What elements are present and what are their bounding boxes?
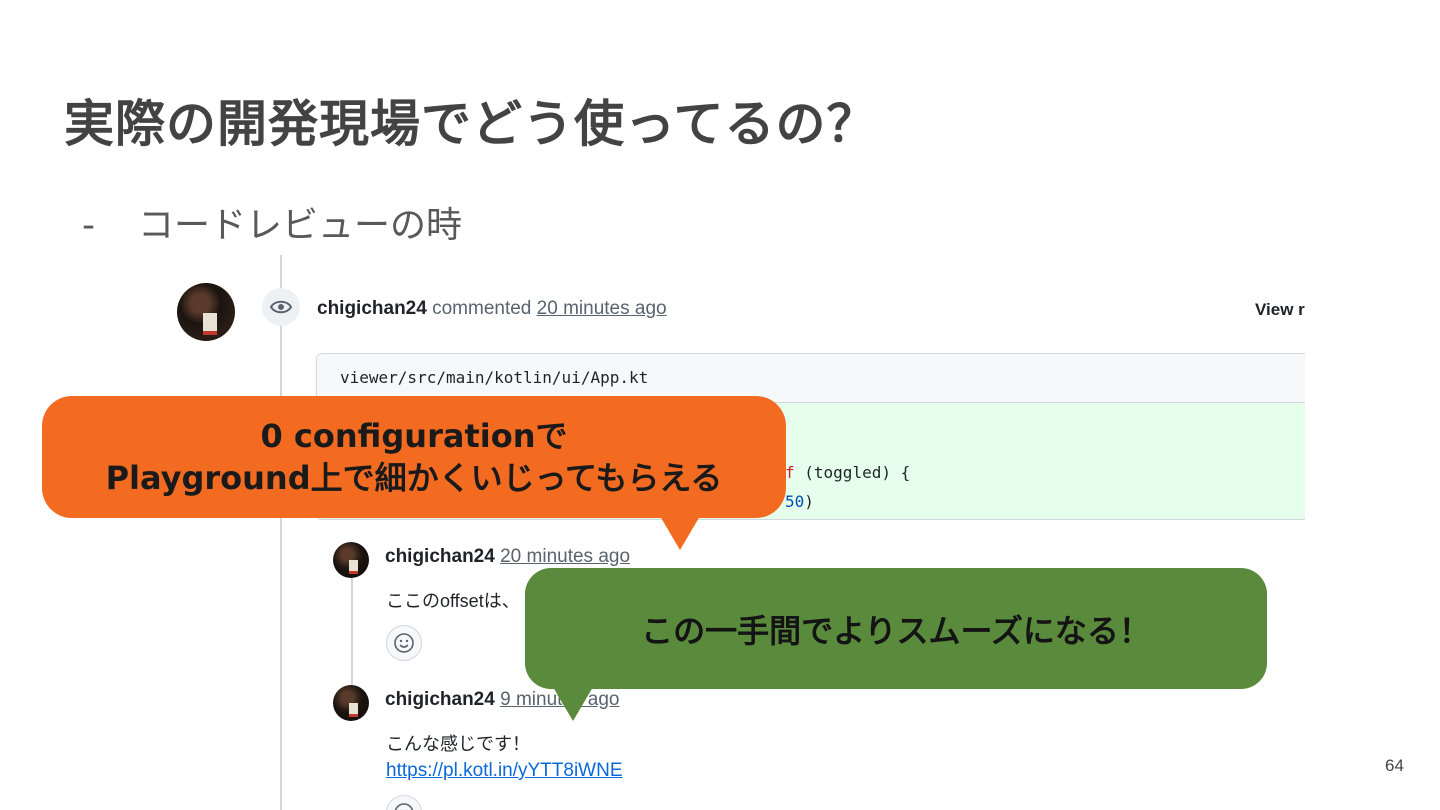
avatar[interactable] <box>333 685 369 721</box>
diff-token-number: 50 <box>785 492 805 511</box>
callout-text: この一手間でよりスムーズになる！ <box>641 611 1151 650</box>
thread-line <box>351 575 353 690</box>
orange-callout-tail <box>660 516 700 550</box>
comment-action: commented <box>432 298 532 319</box>
bullet-text: コードレビューの時 <box>138 205 463 246</box>
reply-body: ここのoffsetは、 <box>386 591 520 611</box>
bullet-marker: - <box>82 205 95 246</box>
playground-link[interactable]: https://pl.kotl.in/yYTT8iWNE <box>386 760 623 782</box>
diff-token-keyword: f <box>785 463 795 482</box>
smiley-icon[interactable] <box>386 795 422 810</box>
avatar[interactable] <box>333 542 369 578</box>
view-reviewed-link[interactable]: View r <box>1255 300 1305 320</box>
reply-body: こんな感じです！ <box>386 734 530 754</box>
callout-line: 0 configurationで <box>260 417 568 455</box>
green-callout: この一手間でよりスムーズになる！ <box>525 568 1267 689</box>
diff-token-rest: ) <box>804 492 814 511</box>
page-number: 64 <box>1385 756 1404 775</box>
diff-token-rest: (toggled) { <box>794 463 911 482</box>
reply-header: chigichan24 20 minutes ago <box>385 546 630 568</box>
bullet-item: - コードレビューの時 <box>82 196 462 248</box>
comment-header: chigichan24 commented 20 minutes ago <box>317 298 667 320</box>
eye-icon <box>262 288 300 326</box>
reply-timestamp[interactable]: 20 minutes ago <box>500 546 630 567</box>
comment-timestamp[interactable]: 20 minutes ago <box>537 298 667 319</box>
reply-author[interactable]: chigichan24 <box>385 546 495 567</box>
diff-line: f (toggled) { <box>785 463 910 482</box>
avatar[interactable] <box>177 283 235 341</box>
orange-callout: 0 configurationで Playground上で細かくいじってもらえる <box>42 396 786 518</box>
github-review-screenshot: chigichan24 commented 20 minutes ago Vie… <box>170 255 1305 810</box>
comment-author[interactable]: chigichan24 <box>317 298 427 319</box>
reply-author[interactable]: chigichan24 <box>385 689 495 710</box>
slide-title: 実際の開発現場でどう使ってるの？ <box>64 95 878 153</box>
diff-line: 50) <box>785 492 814 511</box>
timeline-line <box>280 255 282 810</box>
callout-line: Playground上で細かくいじってもらえる <box>105 459 723 497</box>
smiley-icon[interactable] <box>386 625 422 661</box>
green-callout-tail <box>553 687 593 721</box>
